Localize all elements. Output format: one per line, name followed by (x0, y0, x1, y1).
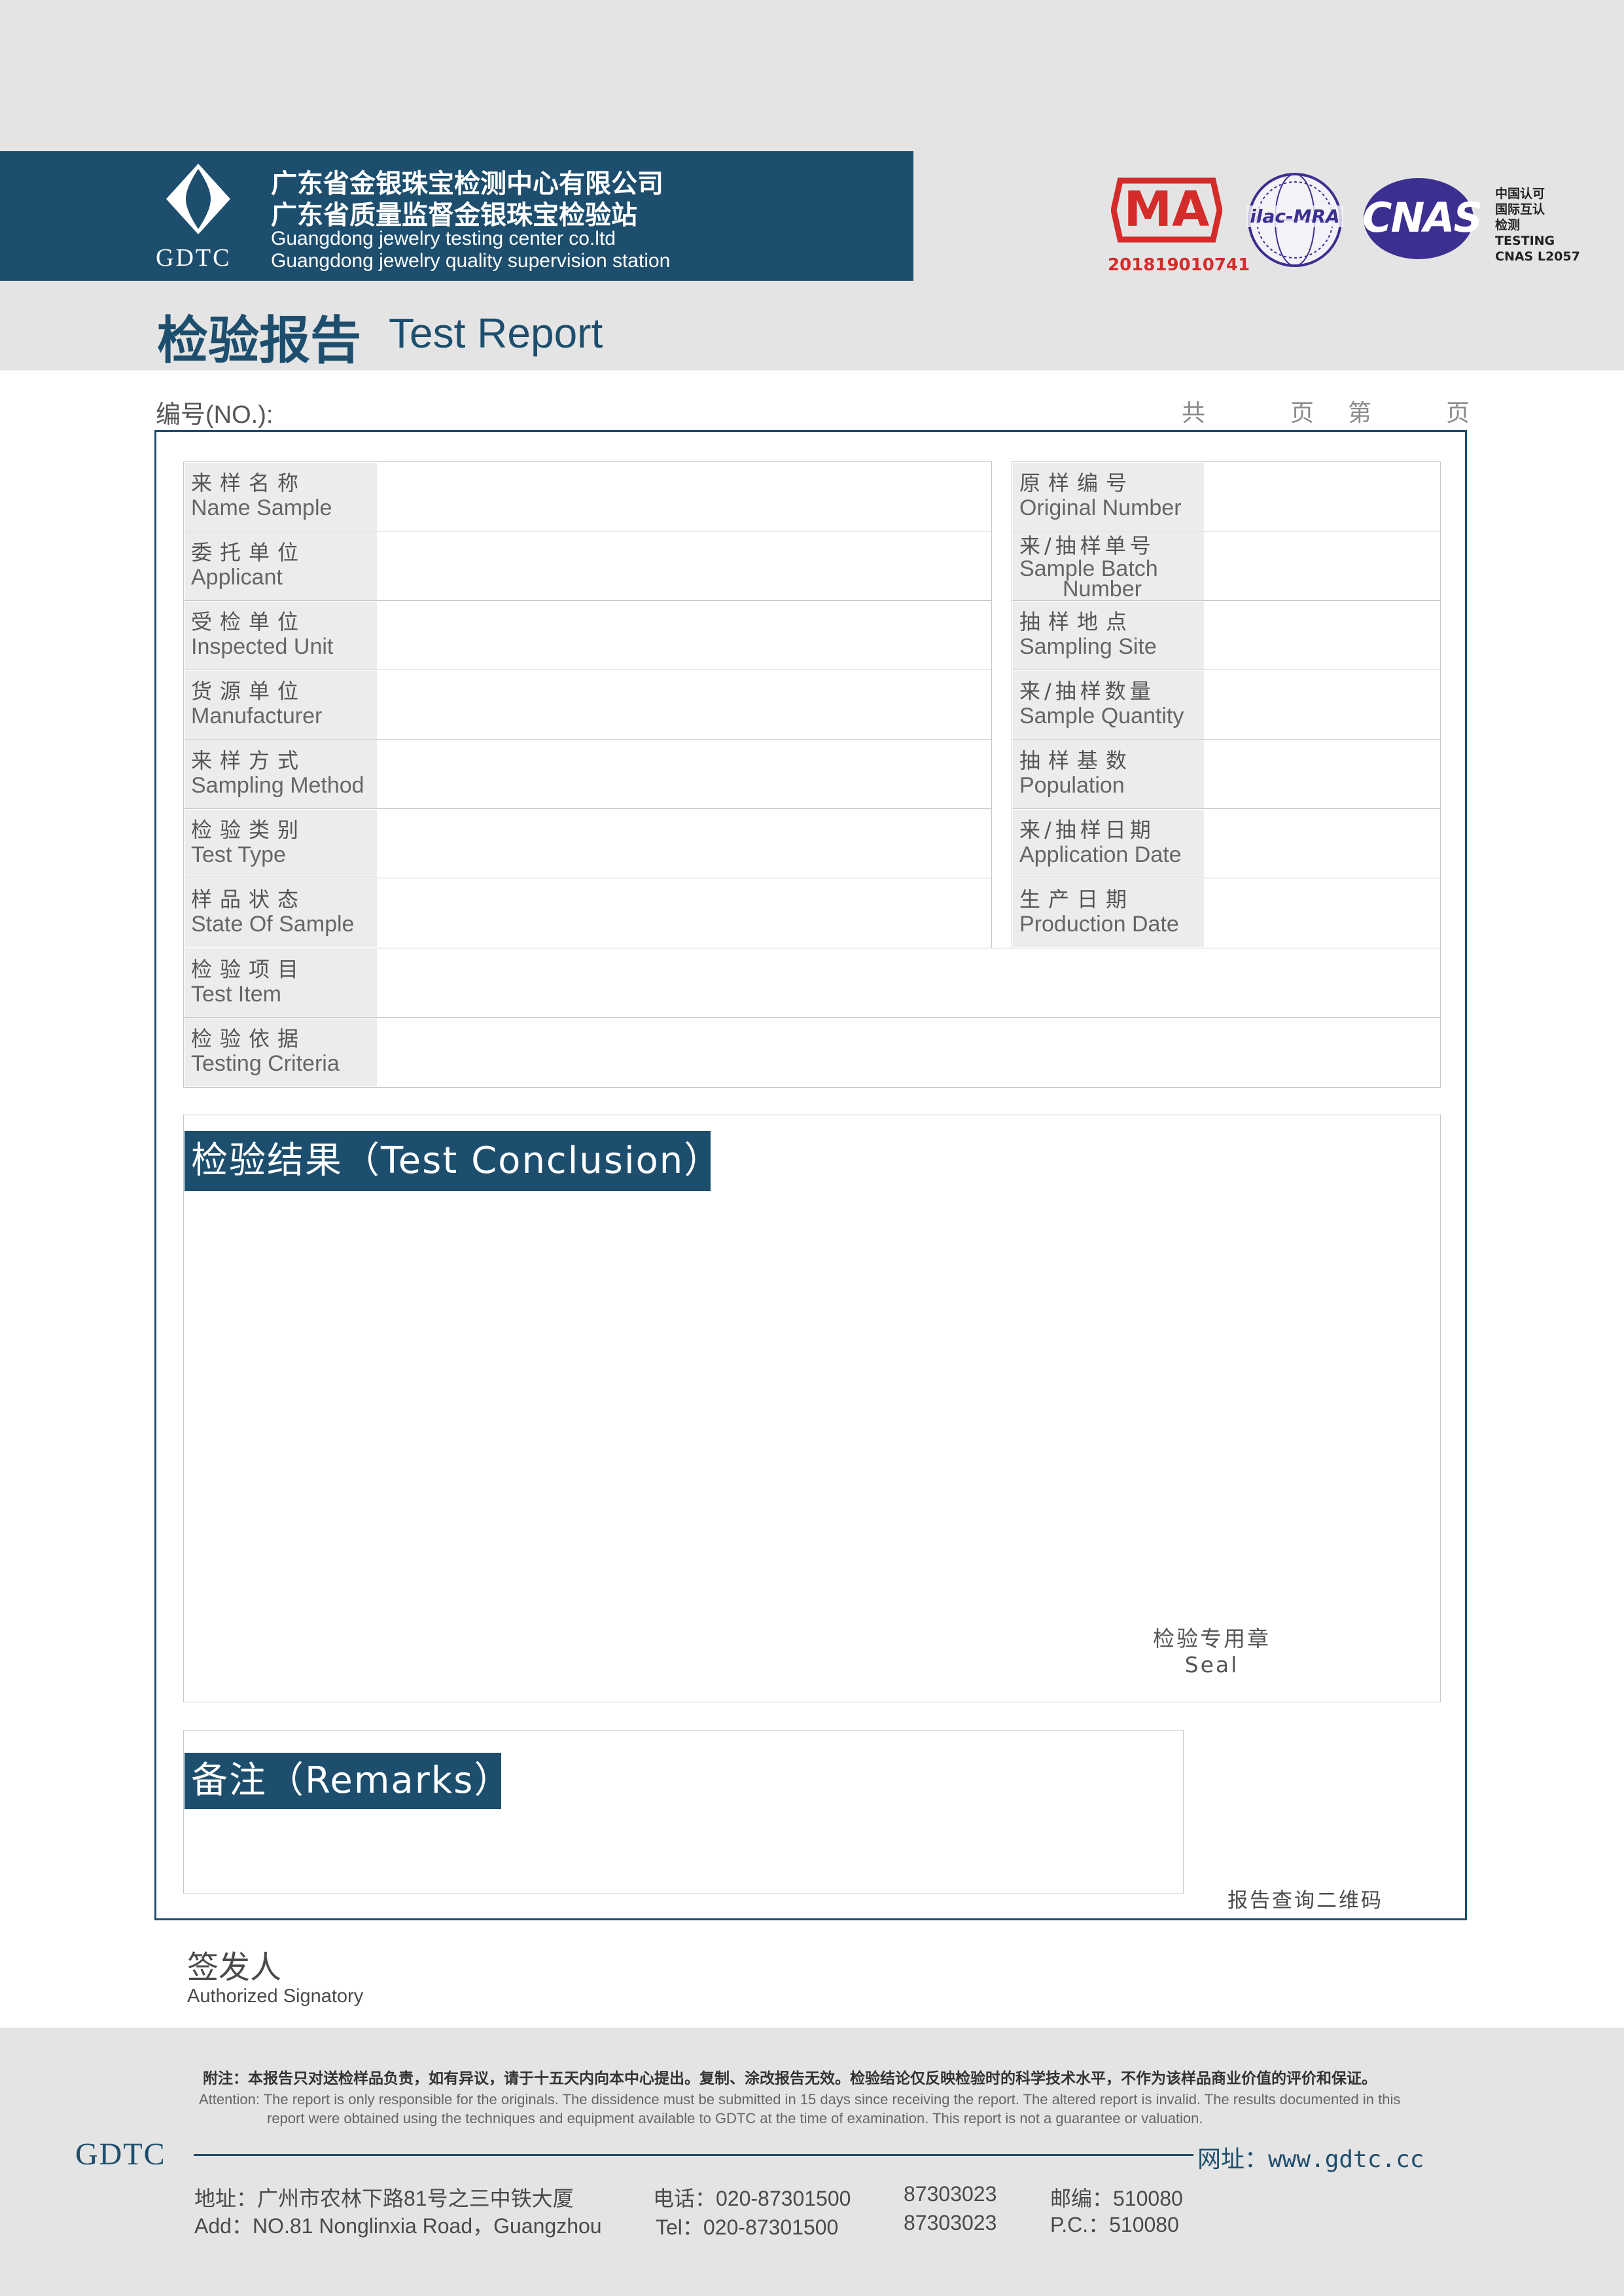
page-nth-label: 第 (1348, 399, 1372, 426)
qr-code-label: 报告查询二维码 (1227, 1889, 1383, 1912)
field-label-cn: 委托单位 (191, 540, 307, 565)
footer-website-link[interactable]: 网址：www.gdtc.cc (1197, 2140, 1424, 2174)
signatory-label-cn: 签发人 (187, 1949, 282, 1986)
gdtc-logo-text: GDTC (156, 244, 232, 272)
cnas-note-line: 国际互认 (1495, 202, 1545, 217)
footer-note-en-1: Attention: The report is only responsibl… (199, 2091, 1401, 2108)
field-label-en: Number (1063, 577, 1142, 601)
field-label-cn: 抽样地点 (1019, 609, 1135, 634)
report-number-label: 编号(NO.): (156, 401, 274, 429)
gdtc-diamond-logo-icon (166, 164, 230, 234)
ma-logo-text: MA (1123, 181, 1210, 238)
field-label-inspected-unit: 受检单位 Inspected Unit (185, 601, 377, 670)
field-label-cn: 来样名称 (191, 471, 307, 495)
field-label-en: Manufacturer (191, 704, 323, 728)
field-label-en: Sampling Method (191, 773, 364, 798)
footer-tel2-cn: 87303023 (904, 2182, 997, 2206)
footer-address-cn: 地址：广州市农林下路81号之三中铁大厦 (194, 2187, 574, 2210)
field-label-production-date: 生产日期 Production Date (1013, 879, 1204, 947)
field-label-en: Inspected Unit (191, 634, 334, 659)
signatory-label-en: Authorized Signatory (187, 1986, 364, 2007)
field-label-en: Test Type (191, 842, 286, 867)
field-label-test-type: 检验类别 Test Type (185, 810, 377, 878)
field-label-cn: 抽样基数 (1019, 748, 1135, 773)
field-label-cn: 来样方式 (191, 748, 307, 773)
company-name-cn-2: 广东省质量监督金银珠宝检验站 (271, 200, 637, 230)
field-label-en: Original Number (1019, 495, 1182, 520)
field-label-manufacturer: 货源单位 Manufacturer (185, 671, 377, 739)
field-label-cn: 货源单位 (191, 679, 307, 704)
company-name-en-2: Guangdong jewelry quality supervision st… (271, 250, 671, 272)
field-label-name-sample: 来样名称 Name Sample (185, 463, 377, 531)
test-conclusion-box (183, 1115, 1441, 1702)
cnas-note-line: CNAS L2057 (1495, 249, 1580, 264)
report-title-en: Test Report (389, 310, 603, 357)
cnas-note-line: TESTING (1495, 234, 1555, 248)
field-label-en: Test Item (191, 982, 281, 1007)
page-label: 页 (1446, 399, 1470, 426)
footer-postcode-en: P.C.：510080 (1050, 2213, 1179, 2236)
field-label-sample-batch-number: 来/抽样单号 Sample Batch Number (1013, 532, 1204, 600)
footer-note-en-2: report were obtained using the technique… (267, 2110, 1203, 2126)
field-label-cn: 检验类别 (191, 817, 307, 842)
field-label-en: Production Date (1019, 912, 1179, 937)
footer-address-en: Add：NO.81 Nonglinxia Road，Guangzhou (194, 2214, 602, 2238)
cnas-logo-text: CNAS (1362, 194, 1483, 242)
footer-note-cn: 附注：本报告只对送检样品负责，如有异议，请于十五天内向本中心提出。复制、涂改报告… (203, 2070, 1377, 2087)
field-label-cn: 受检单位 (191, 609, 307, 634)
field-label-cn: 生产日期 (1019, 887, 1135, 912)
field-label-cn: 样品状态 (191, 887, 307, 912)
pages-label: 页 (1290, 399, 1315, 426)
ilac-logo-text: ilac-MRA (1246, 206, 1343, 227)
field-label-sampling-method: 来样方式 Sampling Method (185, 740, 377, 808)
footer-tel-cn: 电话：020-87301500 (653, 2187, 851, 2210)
seal-label-cn: 检验专用章 (1153, 1626, 1271, 1651)
field-label-sample-quantity: 来/抽样数量 Sample Quantity (1013, 671, 1204, 739)
remarks-heading: 备注（Remarks） (185, 1753, 510, 1809)
field-label-en: Population (1019, 773, 1125, 798)
footer-divider (194, 2154, 1193, 2156)
ma-certification-number: 201819010741 (1108, 255, 1250, 275)
cnas-logo: CNAS (1362, 177, 1483, 260)
footer-logo: GDTC (75, 2137, 166, 2172)
test-conclusion-heading: 检验结果（Test Conclusion） (185, 1131, 720, 1191)
field-label-en: Sampling Site (1019, 634, 1157, 659)
field-label-test-item: 检验项目 Test Item (185, 949, 377, 1017)
field-label-en: Application Date (1019, 842, 1182, 867)
field-label-cn: 检验依据 (191, 1026, 307, 1051)
footer-tel2-en: 87303023 (904, 2211, 997, 2234)
ilac-mra-logo: ilac-MRA (1246, 171, 1343, 268)
field-label-en: Name Sample (191, 495, 332, 520)
report-title-cn: 检验报告 (157, 311, 362, 370)
cnas-note-line: 中国认可 (1495, 187, 1545, 201)
field-label-applicant: 委托单位 Applicant (185, 532, 377, 600)
field-label-application-date: 来/抽样日期 Application Date (1013, 810, 1204, 878)
seal-label: 检验专用章 Seal (1120, 1626, 1303, 1678)
cnas-accreditation-note: 中国认可 国际互认 检测 TESTING CNAS L2057 (1495, 186, 1580, 264)
field-label-sampling-site: 抽样地点 Sampling Site (1013, 601, 1204, 670)
field-label-testing-criteria: 检验依据 Testing Criteria (185, 1018, 377, 1086)
footer-tel-en: Tel：020-87301500 (656, 2215, 839, 2239)
field-label-cn: 来/抽样数量 (1019, 679, 1155, 704)
field-label-population: 抽样基数 Population (1013, 740, 1204, 808)
company-name-en-1: Guangdong jewelry testing center co.ltd (271, 228, 616, 249)
field-label-en: Applicant (191, 565, 283, 590)
field-label-cn: 来/抽样日期 (1019, 817, 1155, 842)
seal-label-en: Seal (1184, 1652, 1239, 1677)
field-label-original-number: 原样编号 Original Number (1013, 463, 1204, 531)
field-label-cn: 来/抽样单号 (1019, 533, 1155, 558)
field-label-cn: 原样编号 (1019, 471, 1135, 495)
field-label-en: Sample Quantity (1019, 704, 1184, 728)
field-label-en: Testing Criteria (191, 1051, 340, 1076)
field-label-en: State Of Sample (191, 912, 355, 937)
field-label-cn: 检验项目 (191, 957, 307, 982)
ma-certification-logo: MA (1110, 175, 1223, 245)
total-label: 共 (1182, 399, 1206, 426)
field-label-state-of-sample: 样品状态 State Of Sample (185, 879, 377, 947)
cnas-note-line: 检测 (1495, 218, 1521, 232)
